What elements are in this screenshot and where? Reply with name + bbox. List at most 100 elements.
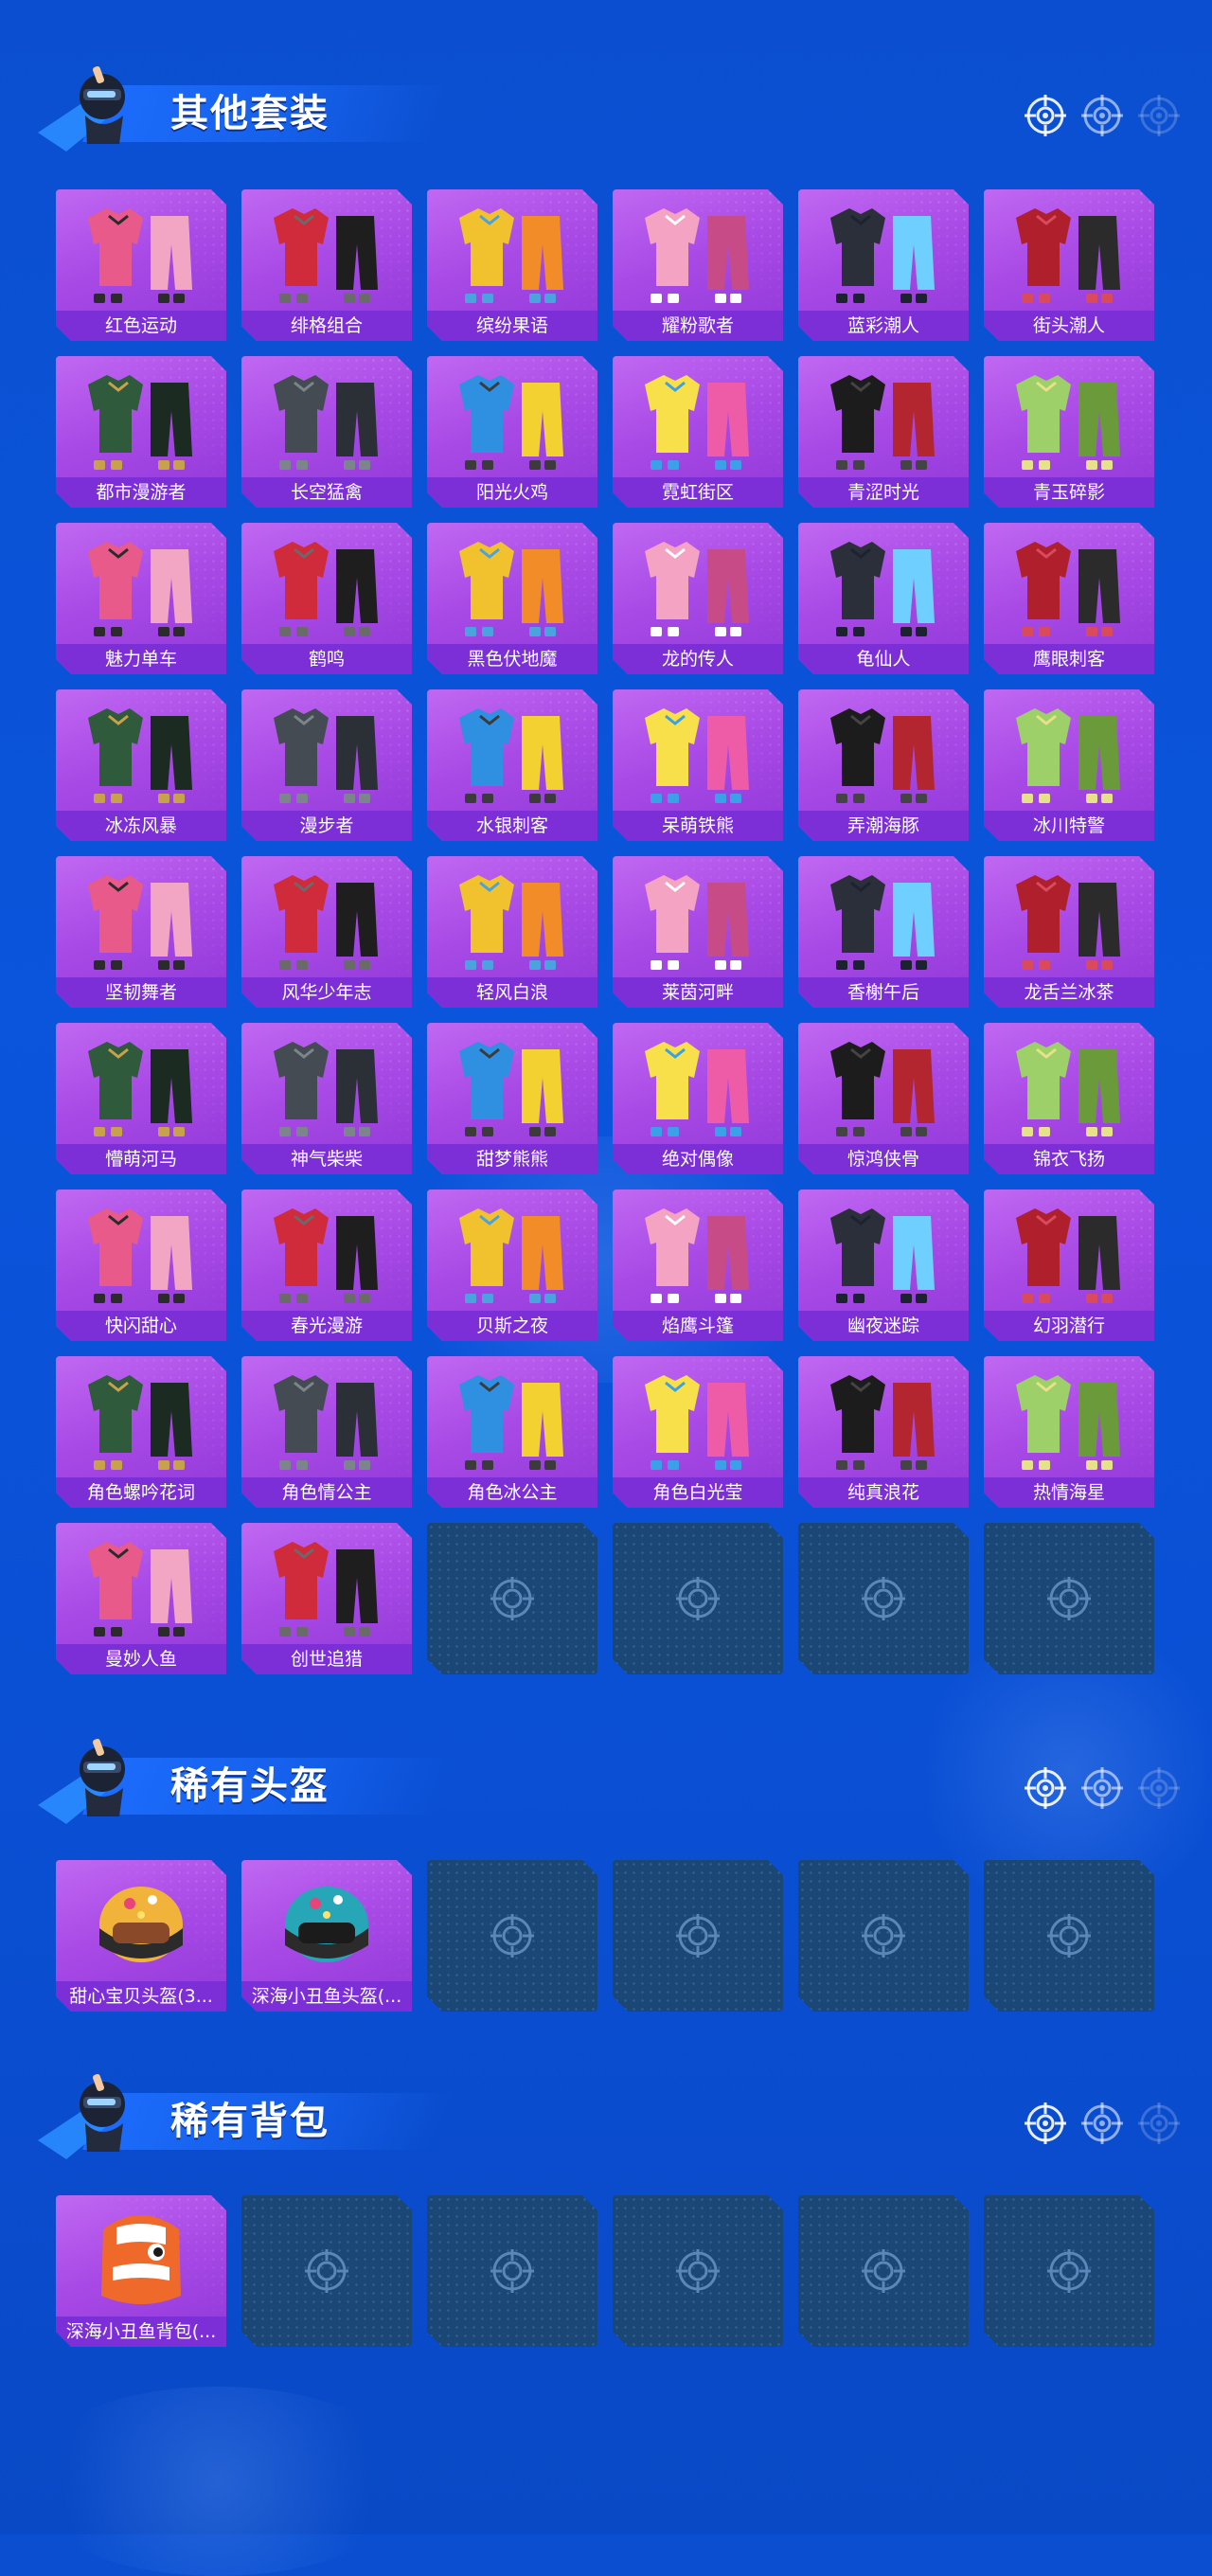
- item-card[interactable]: 贝斯之夜: [427, 1190, 597, 1341]
- item-card[interactable]: 角色情公主: [241, 1356, 412, 1508]
- outfit-image: [1003, 1195, 1135, 1309]
- item-card[interactable]: 魅力单车: [56, 523, 226, 674]
- outfit-image: [632, 862, 764, 975]
- item-card[interactable]: 幽夜迷踪: [798, 1190, 969, 1341]
- outfit-image: [632, 695, 764, 809]
- item-card[interactable]: 角色白光莹: [613, 1356, 783, 1508]
- outfit-image: [1003, 195, 1135, 309]
- item-name: 鹤鸣: [241, 644, 412, 674]
- section-header: 其他套装: [28, 57, 1184, 161]
- item-card[interactable]: 香榭午后: [798, 856, 969, 1008]
- outfit-image: [632, 1029, 764, 1142]
- item-card[interactable]: 长空猛禽: [241, 356, 412, 508]
- crosshair-emblem-icon: [303, 2247, 350, 2295]
- item-name: 坚韧舞者: [56, 977, 226, 1008]
- outfit-image: [817, 695, 950, 809]
- item-name: 深海小丑鱼背包(...: [56, 2317, 226, 2347]
- item-card[interactable]: 惊鸿侠骨: [798, 1023, 969, 1174]
- crosshair-reticle-icon: [1136, 1765, 1182, 1811]
- item-name: 懵萌河马: [56, 1144, 226, 1174]
- item-card[interactable]: 鹰眼刺客: [984, 523, 1154, 674]
- item-card[interactable]: 青涩时光: [798, 356, 969, 508]
- item-grid: 红色运动 绯格组合 缤纷果语 耀粉歌者 蓝彩潮人 街头潮人都市漫游者 长空猛禽 阳光火鸡 霓虹街…: [56, 189, 1156, 1667]
- item-card[interactable]: 神气柴柴: [241, 1023, 412, 1174]
- item-card[interactable]: 绝对偶像: [613, 1023, 783, 1174]
- outfit-image: [817, 195, 950, 309]
- item-card[interactable]: 黑色伏地魔: [427, 523, 597, 674]
- item-card[interactable]: 蓝彩潮人: [798, 189, 969, 341]
- outfit-image: [817, 862, 950, 975]
- item-card[interactable]: 懵萌河马: [56, 1023, 226, 1174]
- outfit-image: [260, 862, 393, 975]
- outfit-image: [817, 528, 950, 642]
- item-card[interactable]: 呆萌铁熊: [613, 689, 783, 841]
- outfit-image: [75, 1029, 207, 1142]
- empty-slot: [984, 2195, 1154, 2347]
- outfit-image: [260, 528, 393, 642]
- item-card[interactable]: 春光漫游: [241, 1190, 412, 1341]
- item-card[interactable]: 龙的传人: [613, 523, 783, 674]
- item-card[interactable]: 漫步者: [241, 689, 412, 841]
- item-card[interactable]: 冰川特警: [984, 689, 1154, 841]
- item-card[interactable]: 莱茵河畔: [613, 856, 783, 1008]
- item-card[interactable]: 绯格组合: [241, 189, 412, 341]
- outfit-image: [446, 1029, 579, 1142]
- item-card[interactable]: 红色运动: [56, 189, 226, 341]
- item-card[interactable]: 创世追猎: [241, 1523, 412, 1674]
- item-card[interactable]: 角色螺吟花词: [56, 1356, 226, 1508]
- item-card[interactable]: 霓虹街区: [613, 356, 783, 508]
- item-card[interactable]: 深海小丑鱼头盔(...: [241, 1860, 412, 2012]
- outfit-image: [632, 1195, 764, 1309]
- item-card[interactable]: 深海小丑鱼背包(...: [56, 2195, 226, 2347]
- item-card[interactable]: 龟仙人: [798, 523, 969, 674]
- item-name: 快闪甜心: [56, 1311, 226, 1341]
- item-name: 惊鸿侠骨: [798, 1144, 969, 1174]
- item-card[interactable]: 龙舌兰冰茶: [984, 856, 1154, 1008]
- reticle-group: [1023, 1765, 1184, 1813]
- item-card[interactable]: 角色冰公主: [427, 1356, 597, 1508]
- item-card[interactable]: 甜梦熊熊: [427, 1023, 597, 1174]
- empty-slot: [798, 2195, 969, 2347]
- item-card[interactable]: 快闪甜心: [56, 1190, 226, 1341]
- item-name: 甜梦熊熊: [427, 1144, 597, 1174]
- item-name: 霓虹街区: [613, 477, 783, 508]
- item-card[interactable]: 街头潮人: [984, 189, 1154, 341]
- item-card[interactable]: 鹤鸣: [241, 523, 412, 674]
- item-card[interactable]: 锦衣飞扬: [984, 1023, 1154, 1174]
- item-name: 青涩时光: [798, 477, 969, 508]
- outfit-image: [446, 862, 579, 975]
- item-grid: 甜心宝贝头盔(3... 深海小丑鱼头盔(...: [56, 1860, 1156, 2012]
- item-card[interactable]: 阳光火鸡: [427, 356, 597, 508]
- section-title: 稀有头盔: [170, 1764, 330, 1808]
- backpack-image: [75, 2201, 207, 2315]
- item-card[interactable]: 缤纷果语: [427, 189, 597, 341]
- item-card[interactable]: 风华少年志: [241, 856, 412, 1008]
- item-card[interactable]: 坚韧舞者: [56, 856, 226, 1008]
- crosshair-emblem-icon: [860, 1575, 907, 1622]
- item-name: 弄潮海豚: [798, 811, 969, 841]
- item-name: 缤纷果语: [427, 311, 597, 341]
- outfit-image: [446, 695, 579, 809]
- item-card[interactable]: 弄潮海豚: [798, 689, 969, 841]
- item-card[interactable]: 都市漫游者: [56, 356, 226, 508]
- empty-slot: [613, 1523, 783, 1674]
- empty-slot: [241, 2195, 412, 2347]
- item-card[interactable]: 热情海星: [984, 1356, 1154, 1508]
- item-name: 冰冻风暴: [56, 811, 226, 841]
- item-card[interactable]: 焰鹰斗篷: [613, 1190, 783, 1341]
- outfit-image: [75, 528, 207, 642]
- item-name: 莱茵河畔: [613, 977, 783, 1008]
- item-card[interactable]: 甜心宝贝头盔(3...: [56, 1860, 226, 2012]
- item-name: 贝斯之夜: [427, 1311, 597, 1341]
- item-card[interactable]: 幻羽潜行: [984, 1190, 1154, 1341]
- empty-slot: [984, 1523, 1154, 1674]
- item-name: 龟仙人: [798, 644, 969, 674]
- item-card[interactable]: 轻风白浪: [427, 856, 597, 1008]
- item-card[interactable]: 纯真浪花: [798, 1356, 969, 1508]
- item-card[interactable]: 青玉碎影: [984, 356, 1154, 508]
- item-card[interactable]: 曼妙人鱼: [56, 1523, 226, 1674]
- item-card[interactable]: 冰冻风暴: [56, 689, 226, 841]
- item-card[interactable]: 水银刺客: [427, 689, 597, 841]
- outfit-image: [260, 1029, 393, 1142]
- item-card[interactable]: 耀粉歌者: [613, 189, 783, 341]
